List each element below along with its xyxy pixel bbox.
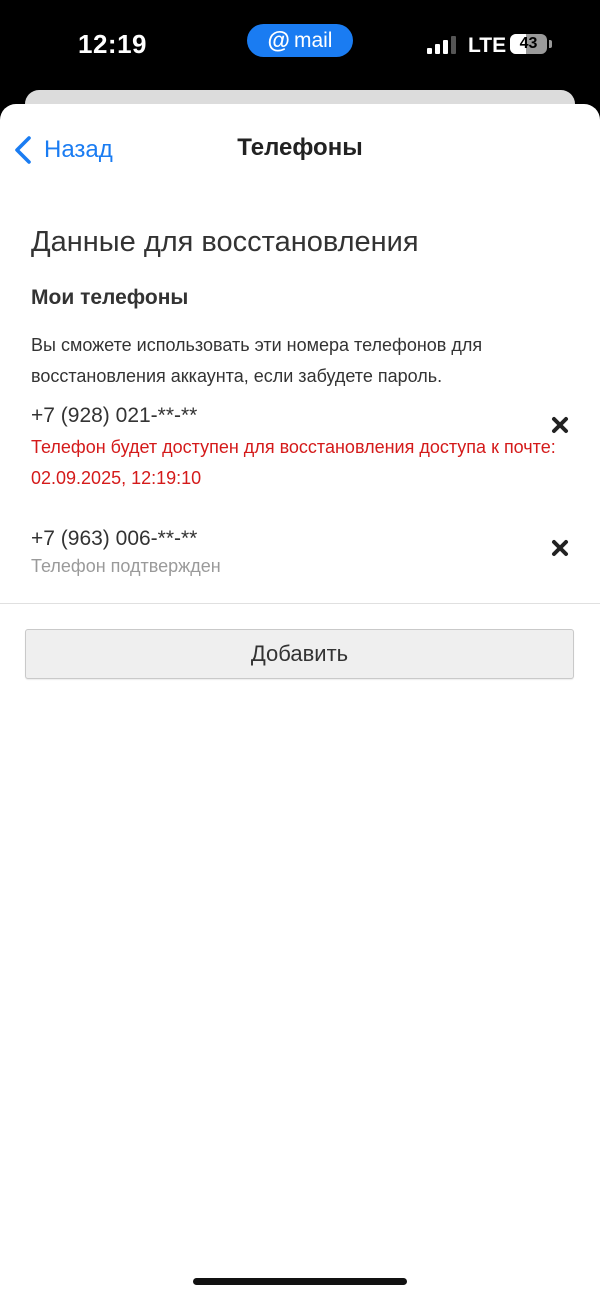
- remove-phone-icon[interactable]: [549, 414, 571, 436]
- battery-level: 43: [519, 35, 538, 52]
- network-type: LTE: [468, 34, 507, 57]
- subsection-title: Мои телефоны: [31, 286, 189, 309]
- phone-status-confirmed: Телефон подтвержден: [31, 556, 221, 576]
- phone-item: +7 (928) 021-**-** Телефон будет доступе…: [31, 404, 571, 494]
- battery-icon: 43: [510, 34, 547, 54]
- mail-app-pill[interactable]: @ mail: [247, 24, 353, 57]
- section-title: Данные для восстановления: [31, 226, 419, 258]
- remove-phone-icon[interactable]: [549, 537, 571, 559]
- status-time: 12:19: [78, 29, 147, 59]
- signal-icon: [427, 36, 459, 54]
- at-icon: @: [267, 27, 290, 53]
- divider: [0, 603, 600, 604]
- phone-number: +7 (963) 006-**-**: [31, 527, 198, 550]
- mail-pill-label: mail: [293, 28, 333, 52]
- phone-number: +7 (928) 021-**-**: [31, 404, 198, 427]
- phones-sheet: Назад Телефоны Данные для восстановления…: [0, 104, 600, 1300]
- add-phone-button[interactable]: Добавить: [25, 629, 574, 679]
- phone-status-warning: Телефон будет доступен для восстановлени…: [31, 437, 556, 488]
- page-title: Телефоны: [237, 134, 363, 161]
- phone-item: +7 (963) 006-**-** Телефон подтвержден: [31, 527, 571, 582]
- description-text: Вы сможете использовать эти номера телеф…: [31, 335, 483, 386]
- home-indicator[interactable]: [193, 1278, 407, 1285]
- status-bar: 12:19 @ mail LTE 43: [0, 0, 600, 90]
- battery-tip: [549, 40, 552, 48]
